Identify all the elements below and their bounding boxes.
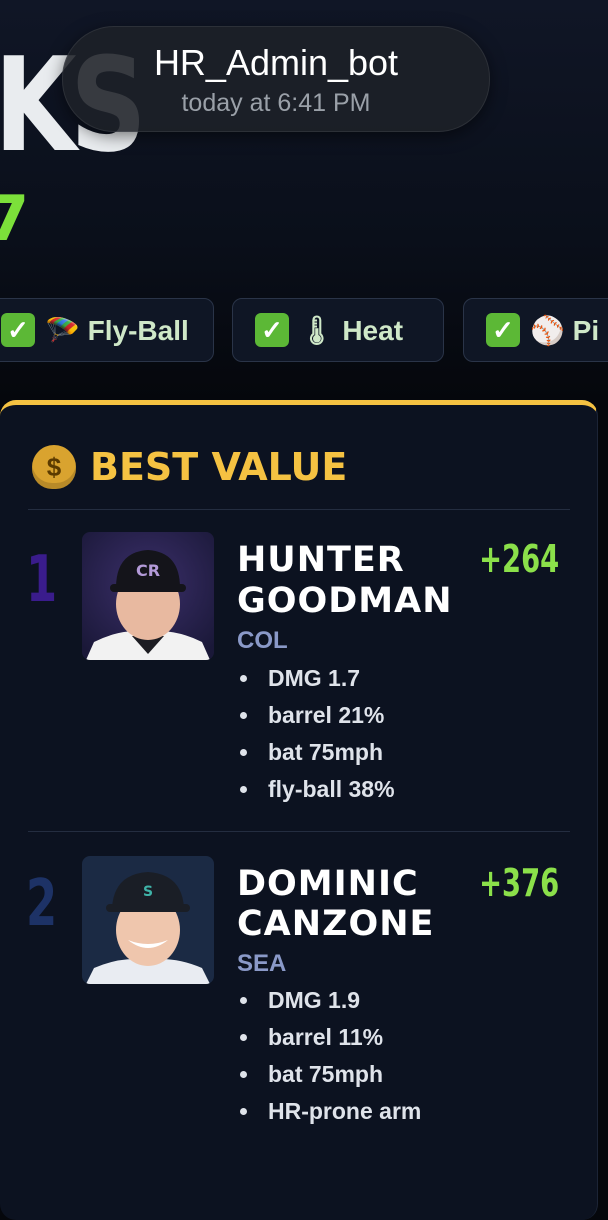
filter-chip-label: 🌡 Heat bbox=[299, 314, 404, 346]
player-odds: +376 bbox=[478, 861, 559, 905]
divider bbox=[28, 509, 570, 510]
svg-text:S: S bbox=[143, 884, 153, 900]
rank-number: 1 bbox=[26, 543, 58, 617]
player-name-first: HUNTER bbox=[237, 540, 405, 580]
divider bbox=[28, 831, 570, 832]
player-photo: S bbox=[82, 856, 214, 984]
money-bag-icon: $ bbox=[32, 445, 76, 489]
filter-chip-label: ⚾ Pi bbox=[530, 314, 600, 346]
player-photo: CR bbox=[82, 532, 214, 660]
player-stats-list: DMG 1.7 barrel 21% bat 75mph fly-ball 38… bbox=[240, 663, 395, 811]
checkmark-icon: ✓ bbox=[255, 313, 289, 347]
svg-text:CR: CR bbox=[136, 561, 160, 580]
checkmark-icon: ✓ bbox=[486, 313, 520, 347]
filter-chip-label: 🪂 Fly-Ball bbox=[45, 314, 189, 346]
banner-number-partial: 7 bbox=[0, 182, 30, 255]
stat-item: fly-ball 38% bbox=[240, 774, 395, 811]
filter-chip-fly-ball[interactable]: ✓ 🪂 Fly-Ball bbox=[0, 298, 214, 362]
card-header: $ BEST VALUE bbox=[32, 445, 347, 489]
player-name-last: CANZONE bbox=[237, 904, 435, 944]
player-name-last: GOODMAN bbox=[237, 581, 453, 621]
card-title: BEST VALUE bbox=[90, 445, 348, 489]
stat-item: bat 75mph bbox=[240, 1059, 421, 1096]
player-odds: +264 bbox=[478, 537, 559, 581]
stat-item: bat 75mph bbox=[240, 737, 395, 774]
notification-toast[interactable]: HR_Admin_bot today at 6:41 PM bbox=[62, 26, 490, 132]
filter-chip-heat[interactable]: ✓ 🌡 Heat bbox=[232, 298, 444, 362]
stat-item: DMG 1.9 bbox=[240, 985, 421, 1022]
stat-item: HR-prone arm bbox=[240, 1096, 421, 1133]
filter-chip-pitcher[interactable]: ✓ ⚾ Pi bbox=[463, 298, 608, 362]
player-team: COL bbox=[237, 627, 288, 654]
rank-number: 2 bbox=[26, 867, 58, 941]
player-stats-list: DMG 1.9 barrel 11% bat 75mph HR-prone ar… bbox=[240, 985, 421, 1133]
best-value-card: $ BEST VALUE 1 CR HUNTER GOODMAN COL +26… bbox=[0, 400, 598, 1220]
toast-timestamp: today at 6:41 PM bbox=[181, 89, 371, 117]
player-name-first: DOMINIC bbox=[237, 864, 419, 904]
stat-item: barrel 21% bbox=[240, 700, 395, 737]
checkmark-icon: ✓ bbox=[1, 313, 35, 347]
toast-sender: HR_Admin_bot bbox=[153, 42, 399, 83]
stat-item: DMG 1.7 bbox=[240, 663, 395, 700]
stat-item: barrel 11% bbox=[240, 1022, 421, 1059]
player-team: SEA bbox=[237, 950, 287, 977]
